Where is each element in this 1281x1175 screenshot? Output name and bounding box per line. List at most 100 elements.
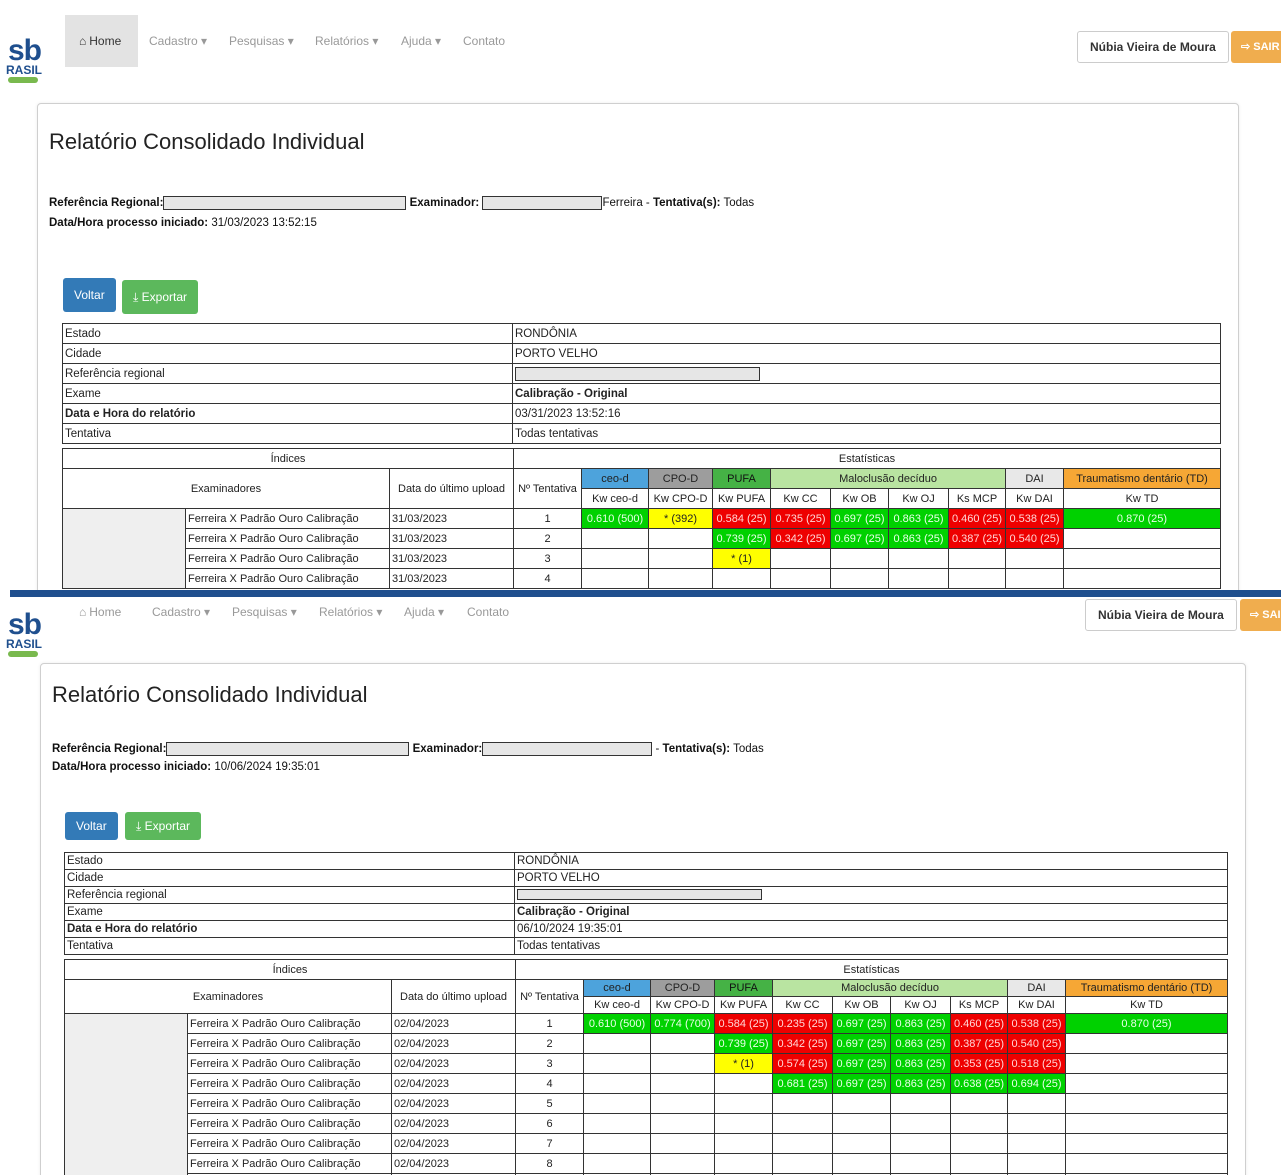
stat-cell xyxy=(1065,1093,1228,1114)
upload-date-cell: 02/04/2023 xyxy=(390,1133,517,1154)
attempt-number-cell: 1 xyxy=(513,508,583,529)
export-button[interactable]: ⤓ Exportar xyxy=(125,812,202,840)
stat-cell: 0.870 (25) xyxy=(1063,508,1221,529)
info-label: Data e Hora do relatório xyxy=(62,403,513,424)
nav-cadastro[interactable]: Cadastro ▾ xyxy=(149,34,207,48)
stat-cell xyxy=(714,1093,774,1114)
nav-ajuda[interactable]: Ajuda ▾ xyxy=(404,605,444,619)
upload-date-cell: 02/04/2023 xyxy=(390,1033,517,1054)
nav-label: Ajuda xyxy=(401,34,432,48)
header-upload-date: Data do último upload xyxy=(388,468,515,509)
nav-pesquisas[interactable]: Pesquisas ▾ xyxy=(232,605,297,619)
proc-value: 10/06/2024 19:35:01 xyxy=(214,761,320,773)
stat-cell xyxy=(1005,548,1065,569)
header-sub-metric: Kw PUFA xyxy=(712,488,772,509)
attempt-number-cell: 4 xyxy=(513,568,583,589)
report-meta-line: Referência Regional: Examinador: Ferreir… xyxy=(49,196,754,210)
sb-brasil-logo[interactable]: sb RASIL xyxy=(6,610,48,657)
header-sub-metric: Kw CC xyxy=(770,488,832,509)
nav-pesquisas[interactable]: Pesquisas ▾ xyxy=(229,34,294,48)
page-title: Relatório Consolidado Individual xyxy=(49,129,365,154)
nav-contato[interactable]: Contato xyxy=(463,34,505,48)
stat-cell xyxy=(583,1133,652,1154)
logo-subtext: RASIL xyxy=(6,637,42,651)
stat-cell xyxy=(583,1113,652,1134)
header-sub-metric: Kw PUFA xyxy=(714,996,774,1014)
back-button[interactable]: Voltar xyxy=(65,812,118,840)
nav-label: Cadastro xyxy=(152,605,201,619)
stats-header-row: Examinadores Data do último upload Nº Tent… xyxy=(62,468,1221,509)
stat-cell: 0.584 (25) xyxy=(714,1013,774,1034)
nav-relatorios[interactable]: Relatórios ▾ xyxy=(319,605,382,619)
stat-cell xyxy=(1065,1073,1228,1094)
examiner-name-cell: Ferreira X Padrão Ouro Calibração xyxy=(187,1073,392,1094)
stat-cell xyxy=(1007,1133,1067,1154)
redacted-box xyxy=(515,366,760,381)
sign-out-icon: ⇨ xyxy=(1241,41,1251,53)
nav-label: Relatórios xyxy=(319,605,374,619)
info-label: Exame xyxy=(62,383,513,404)
nav-home[interactable]: ⌂ Home xyxy=(65,597,138,627)
stat-cell xyxy=(890,1093,952,1114)
download-icon: ⤓ xyxy=(136,819,142,833)
info-row: Exame Calibração - Original xyxy=(64,903,1228,921)
nav-ajuda[interactable]: Ajuda ▾ xyxy=(401,34,441,48)
stat-cell xyxy=(648,568,714,589)
export-button[interactable]: ⤓ Exportar xyxy=(122,280,199,314)
info-row: Tentativa Todas tentativas xyxy=(64,937,1228,955)
sb-brasil-logo[interactable]: sb RASIL xyxy=(6,36,48,83)
stat-cell: 0.739 (25) xyxy=(714,1033,774,1054)
upload-date-cell: 02/04/2023 xyxy=(390,1013,517,1034)
nav-relatorios[interactable]: Relatórios ▾ xyxy=(315,34,378,48)
export-label: Exportar xyxy=(141,290,188,304)
stat-cell xyxy=(714,1073,774,1094)
stat-cell xyxy=(650,1113,716,1134)
info-row: Referência regional xyxy=(62,363,1221,384)
stat-cell xyxy=(888,548,950,569)
info-value: Todas tentativas xyxy=(512,423,1221,444)
upload-date-cell: 02/04/2023 xyxy=(390,1093,517,1114)
header-sub-metric: Kw ceo-d xyxy=(581,488,650,509)
info-label: Cidade xyxy=(64,869,515,887)
info-label: Tentativa xyxy=(64,937,515,955)
info-row: Data e Hora do relatório 06/10/2024 19:35… xyxy=(64,920,1228,938)
nav-label: Pesquisas xyxy=(232,605,288,619)
attempt-number-cell: 2 xyxy=(515,1033,585,1054)
back-button[interactable]: Voltar xyxy=(63,278,116,312)
table-row: Ferreira X Padrão Ouro Calibração02/04/2… xyxy=(65,1113,1228,1134)
stat-cell xyxy=(950,1153,1009,1174)
stats-header-row: Índices Estatísticas xyxy=(63,959,1228,980)
user-button[interactable]: Núbia Vieira de Moura xyxy=(1085,599,1237,631)
examiner-name-cell: Ferreira X Padrão Ouro Calibração xyxy=(187,1033,392,1054)
nav-home[interactable]: ⌂ Home xyxy=(65,15,138,67)
upload-date-cell: 02/04/2023 xyxy=(390,1073,517,1094)
info-label: Data e Hora do relatório xyxy=(64,920,515,938)
stat-cell: 0.681 (25) xyxy=(772,1073,834,1094)
logout-button[interactable]: ⇨ SAIR xyxy=(1231,31,1281,63)
top-navbar: ⌂ Home Cadastro ▾ Pesquisas ▾ Relatórios … xyxy=(65,597,1281,637)
info-label: Referência regional xyxy=(64,886,515,904)
nav-contato[interactable]: Contato xyxy=(467,605,509,619)
user-button[interactable]: Núbia Vieira de Moura xyxy=(1077,31,1229,63)
stat-cell: 0.863 (25) xyxy=(890,1073,952,1094)
stat-cell xyxy=(832,1133,892,1154)
stat-cell: 0.342 (25) xyxy=(772,1033,834,1054)
stat-cell: 0.870 (25) xyxy=(1065,1013,1228,1034)
stat-cell: 0.697 (25) xyxy=(832,1013,892,1034)
info-value: 06/10/2024 19:35:01 xyxy=(514,920,1228,938)
table-row: Ferreira X Padrão Ouro Calibração02/04/2… xyxy=(64,1013,1228,1175)
home-icon: ⌂ xyxy=(79,34,87,48)
nav-label: Relatórios xyxy=(315,34,370,48)
table-row: Ferreira X Padrão Ouro Calibração02/04/2… xyxy=(65,1033,1228,1054)
logout-button[interactable]: ⇨ SAIR xyxy=(1240,599,1281,631)
header-group-malo: Maloclusão decíduo xyxy=(772,979,1009,997)
info-value: 03/31/2023 13:52:16 xyxy=(512,403,1221,424)
nav-cadastro[interactable]: Cadastro ▾ xyxy=(152,605,210,619)
stat-cell xyxy=(890,1113,952,1134)
attempt-number-cell: 8 xyxy=(515,1153,585,1174)
stats-header-row: Examinadores Data do último upload Nº Tent… xyxy=(64,979,1228,1014)
header-sub-metric: Kw TD xyxy=(1063,488,1221,509)
stat-cell: 0.584 (25) xyxy=(712,508,772,529)
stat-cell xyxy=(714,1113,774,1134)
tent-value: Todas xyxy=(733,743,764,756)
